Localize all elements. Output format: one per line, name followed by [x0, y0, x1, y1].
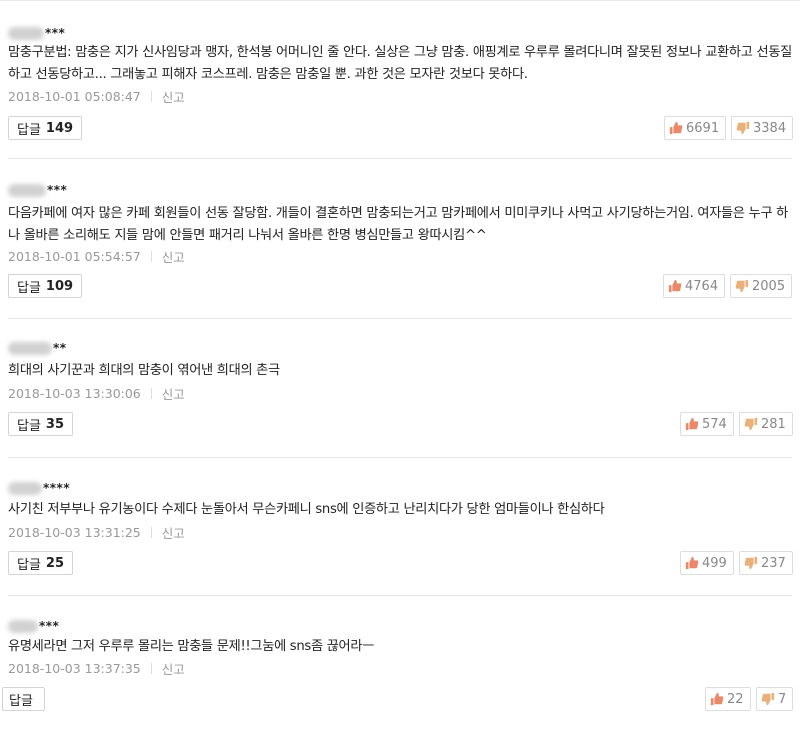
- reply-count: 109: [45, 278, 74, 294]
- avatar-blurred-username: [8, 481, 42, 495]
- like-button[interactable]: 499: [680, 551, 734, 575]
- thumbs-up-icon: [710, 692, 724, 706]
- like-count: 4764: [685, 278, 719, 294]
- comment-date: 2018-10-03 13:30:06: [8, 386, 141, 401]
- comment-meta: 2018-10-03 13:31:25 신고: [8, 523, 185, 542]
- top-divider: [0, 0, 800, 1]
- thumbs-down-icon: [744, 556, 758, 570]
- dislike-count: 237: [761, 555, 786, 571]
- reply-button[interactable]: 답글 109: [8, 274, 83, 298]
- meta-separator: [150, 527, 152, 538]
- report-link[interactable]: 신고: [162, 523, 185, 542]
- comment-meta: 2018-10-01 05:54:57 신고: [8, 247, 185, 266]
- reply-button[interactable]: 답글 25: [8, 551, 74, 575]
- meta-separator: [150, 663, 152, 674]
- like-count: 574: [702, 416, 727, 432]
- reply-label: 답글: [17, 280, 41, 296]
- comment-text: 사기친 저부부나 유기농이다 수제다 눈돌아서 무슨카페니 sns에 인증하고 …: [8, 502, 605, 517]
- comment-text: 다음카페에 여자 많은 카페 회원들이 선동 잘당함. 개들이 결혼하면 맘충되…: [8, 206, 789, 243]
- avatar-blurred-username: [8, 183, 46, 197]
- reply-label: 답글: [17, 122, 41, 138]
- thumbs-up-icon: [669, 121, 683, 135]
- dislike-count: 3384: [753, 120, 787, 136]
- comment-text: 맘충구분법: 맘충은 지가 신사임당과 맹자, 한석봉 어머니인 줄 안다. 실…: [8, 45, 792, 82]
- like-button[interactable]: 574: [680, 412, 734, 436]
- thumbs-down-icon: [736, 121, 750, 135]
- reply-button[interactable]: 답글: [2, 687, 45, 711]
- comment-date: 2018-10-03 13:31:25: [8, 525, 141, 540]
- report-link[interactable]: 신고: [162, 384, 185, 403]
- dislike-button[interactable]: 281: [739, 412, 793, 436]
- thumbs-down-icon: [761, 692, 775, 706]
- dislike-button[interactable]: 2005: [730, 274, 793, 298]
- comment-text: 유명세라면 그저 우루루 몰리는 맘충들 문제!!그눔에 sns좀 끊어라ㅡ: [8, 639, 375, 654]
- like-button[interactable]: 6691: [664, 116, 727, 140]
- thumbs-down-icon: [735, 279, 749, 293]
- comment-author[interactable]: ***: [8, 181, 67, 199]
- avatar-blurred-username: [8, 619, 38, 633]
- comment-date: 2018-10-01 05:54:57: [8, 249, 141, 264]
- report-link[interactable]: 신고: [162, 87, 185, 106]
- dislike-count: 281: [761, 416, 786, 432]
- report-link[interactable]: 신고: [162, 247, 185, 266]
- dislike-count: 7: [778, 691, 787, 707]
- report-link[interactable]: 신고: [162, 659, 185, 678]
- avatar-blurred-username: [8, 26, 44, 40]
- comment-divider: [8, 457, 792, 458]
- comment-author[interactable]: ***: [8, 617, 59, 635]
- comment-date: 2018-10-01 05:08:47: [8, 89, 141, 104]
- author-masked-suffix: ***: [39, 619, 60, 633]
- reply-count: 25: [45, 555, 65, 571]
- reply-label: 답글: [17, 557, 41, 573]
- like-count: 6691: [686, 120, 720, 136]
- reply-label: 답글: [9, 693, 33, 709]
- thumbs-up-icon: [685, 417, 699, 431]
- meta-separator: [150, 388, 152, 399]
- thumbs-up-icon: [668, 279, 682, 293]
- reply-button[interactable]: 답글 35: [8, 412, 74, 436]
- reply-label: 답글: [17, 418, 41, 434]
- author-masked-suffix: ***: [45, 26, 66, 40]
- avatar-blurred-username: [8, 341, 52, 355]
- comment-text: 희대의 사기꾼과 희대의 맘충이 엮어낸 희대의 촌극: [8, 363, 280, 378]
- dislike-button[interactable]: 3384: [731, 116, 794, 140]
- like-button[interactable]: 22: [705, 687, 751, 711]
- thumbs-down-icon: [744, 417, 758, 431]
- meta-separator: [150, 91, 152, 102]
- like-button[interactable]: 4764: [663, 274, 726, 298]
- comment-author[interactable]: **: [8, 339, 67, 357]
- dislike-count: 2005: [752, 278, 786, 294]
- like-count: 22: [727, 691, 744, 707]
- author-masked-suffix: ***: [47, 183, 68, 197]
- comment-divider: [8, 158, 792, 159]
- comment-meta: 2018-10-01 05:08:47 신고: [8, 87, 185, 106]
- comment-date: 2018-10-03 13:37:35: [8, 661, 141, 676]
- comment-meta: 2018-10-03 13:37:35 신고: [8, 659, 185, 678]
- thumbs-up-icon: [685, 556, 699, 570]
- reply-count: 35: [45, 416, 65, 432]
- comment-divider: [8, 595, 792, 596]
- author-masked-suffix: ****: [43, 481, 71, 495]
- like-count: 499: [702, 555, 727, 571]
- reply-count: 149: [45, 120, 74, 136]
- author-masked-suffix: **: [53, 341, 67, 355]
- comment-author[interactable]: ***: [8, 24, 65, 42]
- comment-meta: 2018-10-03 13:30:06 신고: [8, 384, 185, 403]
- dislike-button[interactable]: 237: [739, 551, 793, 575]
- dislike-button[interactable]: 7: [756, 687, 794, 711]
- meta-separator: [150, 251, 152, 262]
- comment-author[interactable]: ****: [8, 479, 70, 497]
- reply-button[interactable]: 답글 149: [8, 116, 83, 140]
- comment-divider: [8, 318, 792, 319]
